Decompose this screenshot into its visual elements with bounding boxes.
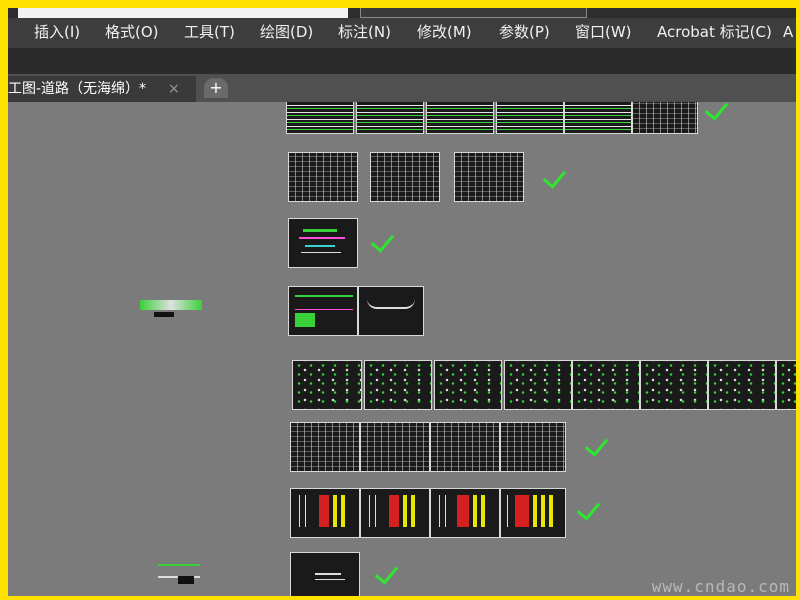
window-title (18, 8, 348, 18)
menu-parameters[interactable]: 参数(P) (499, 22, 550, 42)
menu-bar: 插入(I) 格式(O) 工具(T) 绘图(D) 标注(N) 修改(M) 参数(P… (8, 18, 796, 48)
drawing-sheet (358, 286, 424, 336)
drawing-sheet (708, 360, 776, 410)
drawing-sheet (286, 102, 354, 134)
check-icon (576, 496, 601, 521)
stray-drawing-fragment (178, 576, 194, 584)
drawing-sheet (356, 102, 424, 134)
drawing-sheet (434, 360, 502, 410)
drawing-sheet (776, 360, 796, 410)
drawing-sheet (430, 422, 500, 472)
model-space-canvas[interactable]: www.cndao.com (8, 102, 796, 596)
drawing-sheet (288, 152, 358, 202)
check-icon (370, 228, 395, 253)
close-icon[interactable]: × (168, 76, 180, 102)
screenshot-frame: 插入(I) 格式(O) 工具(T) 绘图(D) 标注(N) 修改(M) 参数(P… (0, 0, 800, 600)
drawing-sheet (370, 152, 440, 202)
drawing-sheet (454, 152, 524, 202)
drawing-sheet (640, 360, 708, 410)
menu-window[interactable]: 窗口(W) (575, 22, 632, 42)
menu-format[interactable]: 格式(O) (105, 22, 159, 42)
new-tab-button[interactable]: + (204, 78, 228, 98)
drawing-sheet (288, 218, 358, 268)
check-icon (704, 102, 729, 121)
stray-drawing-fragment (154, 312, 174, 317)
drawing-sheet (632, 102, 698, 134)
tab-active-drawing[interactable]: 工图-道路（无海绵）* × (8, 76, 196, 102)
menu-tools[interactable]: 工具(T) (184, 22, 235, 42)
menu-dimension[interactable]: 标注(N) (338, 22, 391, 42)
drawing-sheet (364, 360, 432, 410)
drawing-sheet (564, 102, 632, 134)
drawing-sheet (290, 488, 360, 538)
file-tab-bar: 工图-道路（无海绵）* × + (8, 74, 796, 102)
drawing-sheet (500, 488, 566, 538)
cad-window: 插入(I) 格式(O) 工具(T) 绘图(D) 标注(N) 修改(M) 参数(P… (8, 8, 796, 596)
drawing-sheet (290, 422, 360, 472)
stray-drawing-fragment (140, 300, 202, 310)
menu-acrobat-markup[interactable]: Acrobat 标记(C) (657, 22, 772, 42)
drawing-sheet (292, 360, 362, 410)
drawing-sheet (572, 360, 640, 410)
drawing-sheet (496, 102, 564, 134)
drawing-sheet (500, 422, 566, 472)
check-icon (542, 164, 567, 189)
drawing-sheet (504, 360, 572, 410)
tab-label: 工图-道路（无海绵）* (8, 81, 147, 97)
drawing-sheet (360, 422, 430, 472)
watermark-text: www.cndao.com (651, 577, 790, 596)
drawing-sheet (290, 552, 360, 596)
drawing-sheet (360, 488, 430, 538)
check-icon (584, 432, 609, 457)
ribbon-strip (8, 48, 796, 74)
drawing-sheet (426, 102, 494, 134)
drawing-sheet (430, 488, 500, 538)
drawing-sheet (288, 286, 358, 336)
menu-overflow[interactable]: A (783, 22, 793, 42)
menu-insert[interactable]: 插入(I) (34, 22, 80, 42)
menu-modify[interactable]: 修改(M) (417, 22, 472, 42)
check-icon (374, 560, 399, 585)
menu-draw[interactable]: 绘图(D) (260, 22, 313, 42)
title-bar (8, 8, 796, 18)
title-field[interactable] (360, 8, 587, 18)
